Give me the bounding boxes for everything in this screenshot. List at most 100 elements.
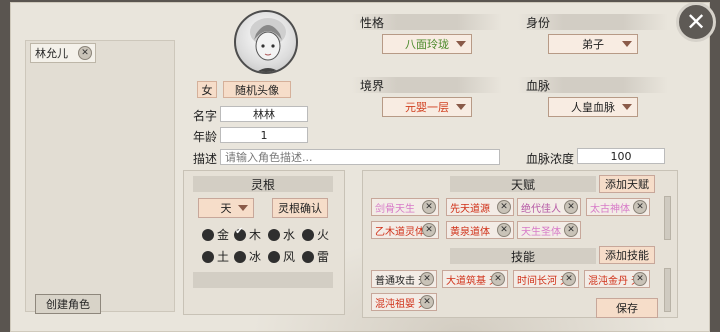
bloodline-concentration-label: 血脉浓度: [526, 152, 575, 166]
skill-header: 技能: [450, 248, 596, 264]
character-avatar: [234, 10, 298, 74]
spirit-root-grade-select[interactable]: 天: [198, 198, 254, 218]
talent-name: 黄泉道体: [450, 226, 490, 238]
add-skill-button[interactable]: 添加技能: [599, 246, 655, 264]
radio-icon[interactable]: [202, 250, 214, 263]
talent-tag[interactable]: 天生圣体 ✕: [517, 221, 581, 239]
personality-header: 性格: [352, 14, 502, 30]
skill-tag[interactable]: 时间长河 无 ✕: [513, 270, 579, 288]
identity-label: 身份: [526, 15, 551, 30]
skill-tag[interactable]: 混沌祖婴 无 ✕: [371, 293, 437, 311]
realm-select[interactable]: 元婴一层: [382, 97, 472, 117]
create-character-button[interactable]: 创建角色: [35, 294, 101, 314]
talent-tag[interactable]: 先天道源 ✕: [446, 198, 514, 216]
description-label: 描述: [193, 152, 218, 166]
bloodline-concentration-field[interactable]: 100: [577, 148, 665, 164]
remove-skill-icon[interactable]: ✕: [633, 272, 647, 286]
talent-name: 天生圣体: [521, 226, 561, 238]
remove-talent-icon[interactable]: ✕: [564, 223, 578, 237]
remove-skill-icon[interactable]: ✕: [491, 272, 505, 286]
skill-tag[interactable]: 普通攻击 无 ✕: [371, 270, 437, 288]
personality-value: 八面玲珑: [405, 38, 449, 51]
spirit-root-header: 灵根: [193, 176, 333, 192]
element-option-earth[interactable]: 土: [202, 248, 229, 265]
talent-name: 先天道源: [450, 203, 490, 215]
bloodline-label: 血脉: [526, 78, 551, 93]
remove-skill-icon[interactable]: ✕: [420, 295, 434, 309]
skill-tag[interactable]: 大道筑基 无 ✕: [442, 270, 508, 288]
radio-icon[interactable]: [268, 250, 280, 263]
talent-tag[interactable]: 剑骨天生 ✕: [371, 198, 439, 216]
element-option-wind[interactable]: 风: [268, 248, 295, 265]
remove-character-icon[interactable]: ✕: [78, 46, 92, 60]
chevron-down-icon: [622, 104, 632, 110]
element-option-water[interactable]: 水: [268, 226, 295, 243]
add-talent-button[interactable]: 添加天赋: [599, 175, 655, 193]
description-field[interactable]: 请输入角色描述...: [220, 149, 500, 165]
talent-tag[interactable]: 绝代佳人 ✕: [517, 198, 581, 216]
identity-value: 弟子: [582, 38, 604, 51]
radio-icon[interactable]: [302, 228, 314, 241]
gender-button[interactable]: 女: [197, 81, 217, 98]
random-avatar-button[interactable]: 随机头像: [223, 81, 291, 98]
element-label: 火: [317, 228, 330, 242]
age-label: 年龄: [193, 130, 218, 144]
character-list[interactable]: 林允儿 ✕: [25, 40, 175, 312]
skill-tag[interactable]: 混沌金丹 无 ✕: [584, 270, 650, 288]
bloodline-header: 血脉: [518, 77, 668, 93]
realm-value: 元婴一层: [405, 101, 449, 114]
realm-label: 境界: [360, 78, 385, 93]
chevron-down-icon: [456, 104, 466, 110]
spirit-root-grade: 天: [220, 202, 232, 215]
chevron-down-icon: [622, 41, 632, 47]
radio-icon[interactable]: [302, 250, 314, 263]
element-option-metal[interactable]: 金: [202, 226, 229, 243]
element-option-wood[interactable]: 木: [234, 226, 261, 243]
talent-scrollbar[interactable]: [664, 196, 671, 240]
identity-select[interactable]: 弟子: [548, 34, 638, 54]
element-option-thunder[interactable]: 雷: [302, 248, 329, 265]
remove-talent-icon[interactable]: ✕: [564, 200, 578, 214]
name-label: 名字: [193, 109, 218, 123]
remove-talent-icon[interactable]: ✕: [422, 200, 436, 214]
personality-select[interactable]: 八面玲珑: [382, 34, 472, 54]
element-option-fire[interactable]: 火: [302, 226, 329, 243]
save-button[interactable]: 保存: [596, 298, 658, 318]
age-field[interactable]: 1: [220, 127, 308, 143]
remove-talent-icon[interactable]: ✕: [497, 223, 511, 237]
radio-icon[interactable]: [202, 228, 214, 241]
bloodline-select[interactable]: 人皇血脉: [548, 97, 638, 117]
talent-tag[interactable]: 黄泉道体 ✕: [446, 221, 514, 239]
identity-header: 身份: [518, 14, 668, 30]
talent-header: 天赋: [450, 176, 596, 192]
bloodline-value: 人皇血脉: [571, 101, 615, 114]
radio-icon[interactable]: [234, 250, 246, 263]
spirit-root-confirm-button[interactable]: 灵根确认: [272, 198, 328, 218]
radio-checked-icon[interactable]: [234, 226, 246, 241]
skill-scrollbar[interactable]: [664, 268, 671, 312]
chevron-down-icon: [238, 205, 248, 211]
name-field[interactable]: 林林: [220, 106, 308, 122]
remove-talent-icon[interactable]: ✕: [422, 223, 436, 237]
character-list-item[interactable]: 林允儿 ✕: [30, 43, 96, 63]
element-label: 木: [249, 228, 262, 242]
remove-talent-icon[interactable]: ✕: [497, 200, 511, 214]
radio-icon[interactable]: [268, 228, 280, 241]
remove-talent-icon[interactable]: ✕: [633, 200, 647, 214]
chevron-down-icon: [456, 41, 466, 47]
element-option-ice[interactable]: 冰: [234, 248, 261, 265]
element-label: 雷: [317, 250, 330, 264]
talent-tag[interactable]: 乙木道灵体 ✕: [371, 221, 439, 239]
spirit-root-footer-band: [193, 272, 333, 288]
remove-skill-icon[interactable]: ✕: [420, 272, 434, 286]
talent-name: 绝代佳人: [521, 203, 561, 215]
talent-name: 剑骨天生: [375, 203, 415, 215]
close-icon[interactable]: ✕: [686, 8, 706, 36]
realm-header: 境界: [352, 77, 502, 93]
element-label: 冰: [249, 250, 262, 264]
talent-name: 太古神体: [590, 203, 630, 215]
remove-skill-icon[interactable]: ✕: [562, 272, 576, 286]
close-button[interactable]: ✕: [676, 2, 716, 42]
talent-tag[interactable]: 太古神体 ✕: [586, 198, 650, 216]
character-name: 林允儿: [35, 47, 68, 60]
